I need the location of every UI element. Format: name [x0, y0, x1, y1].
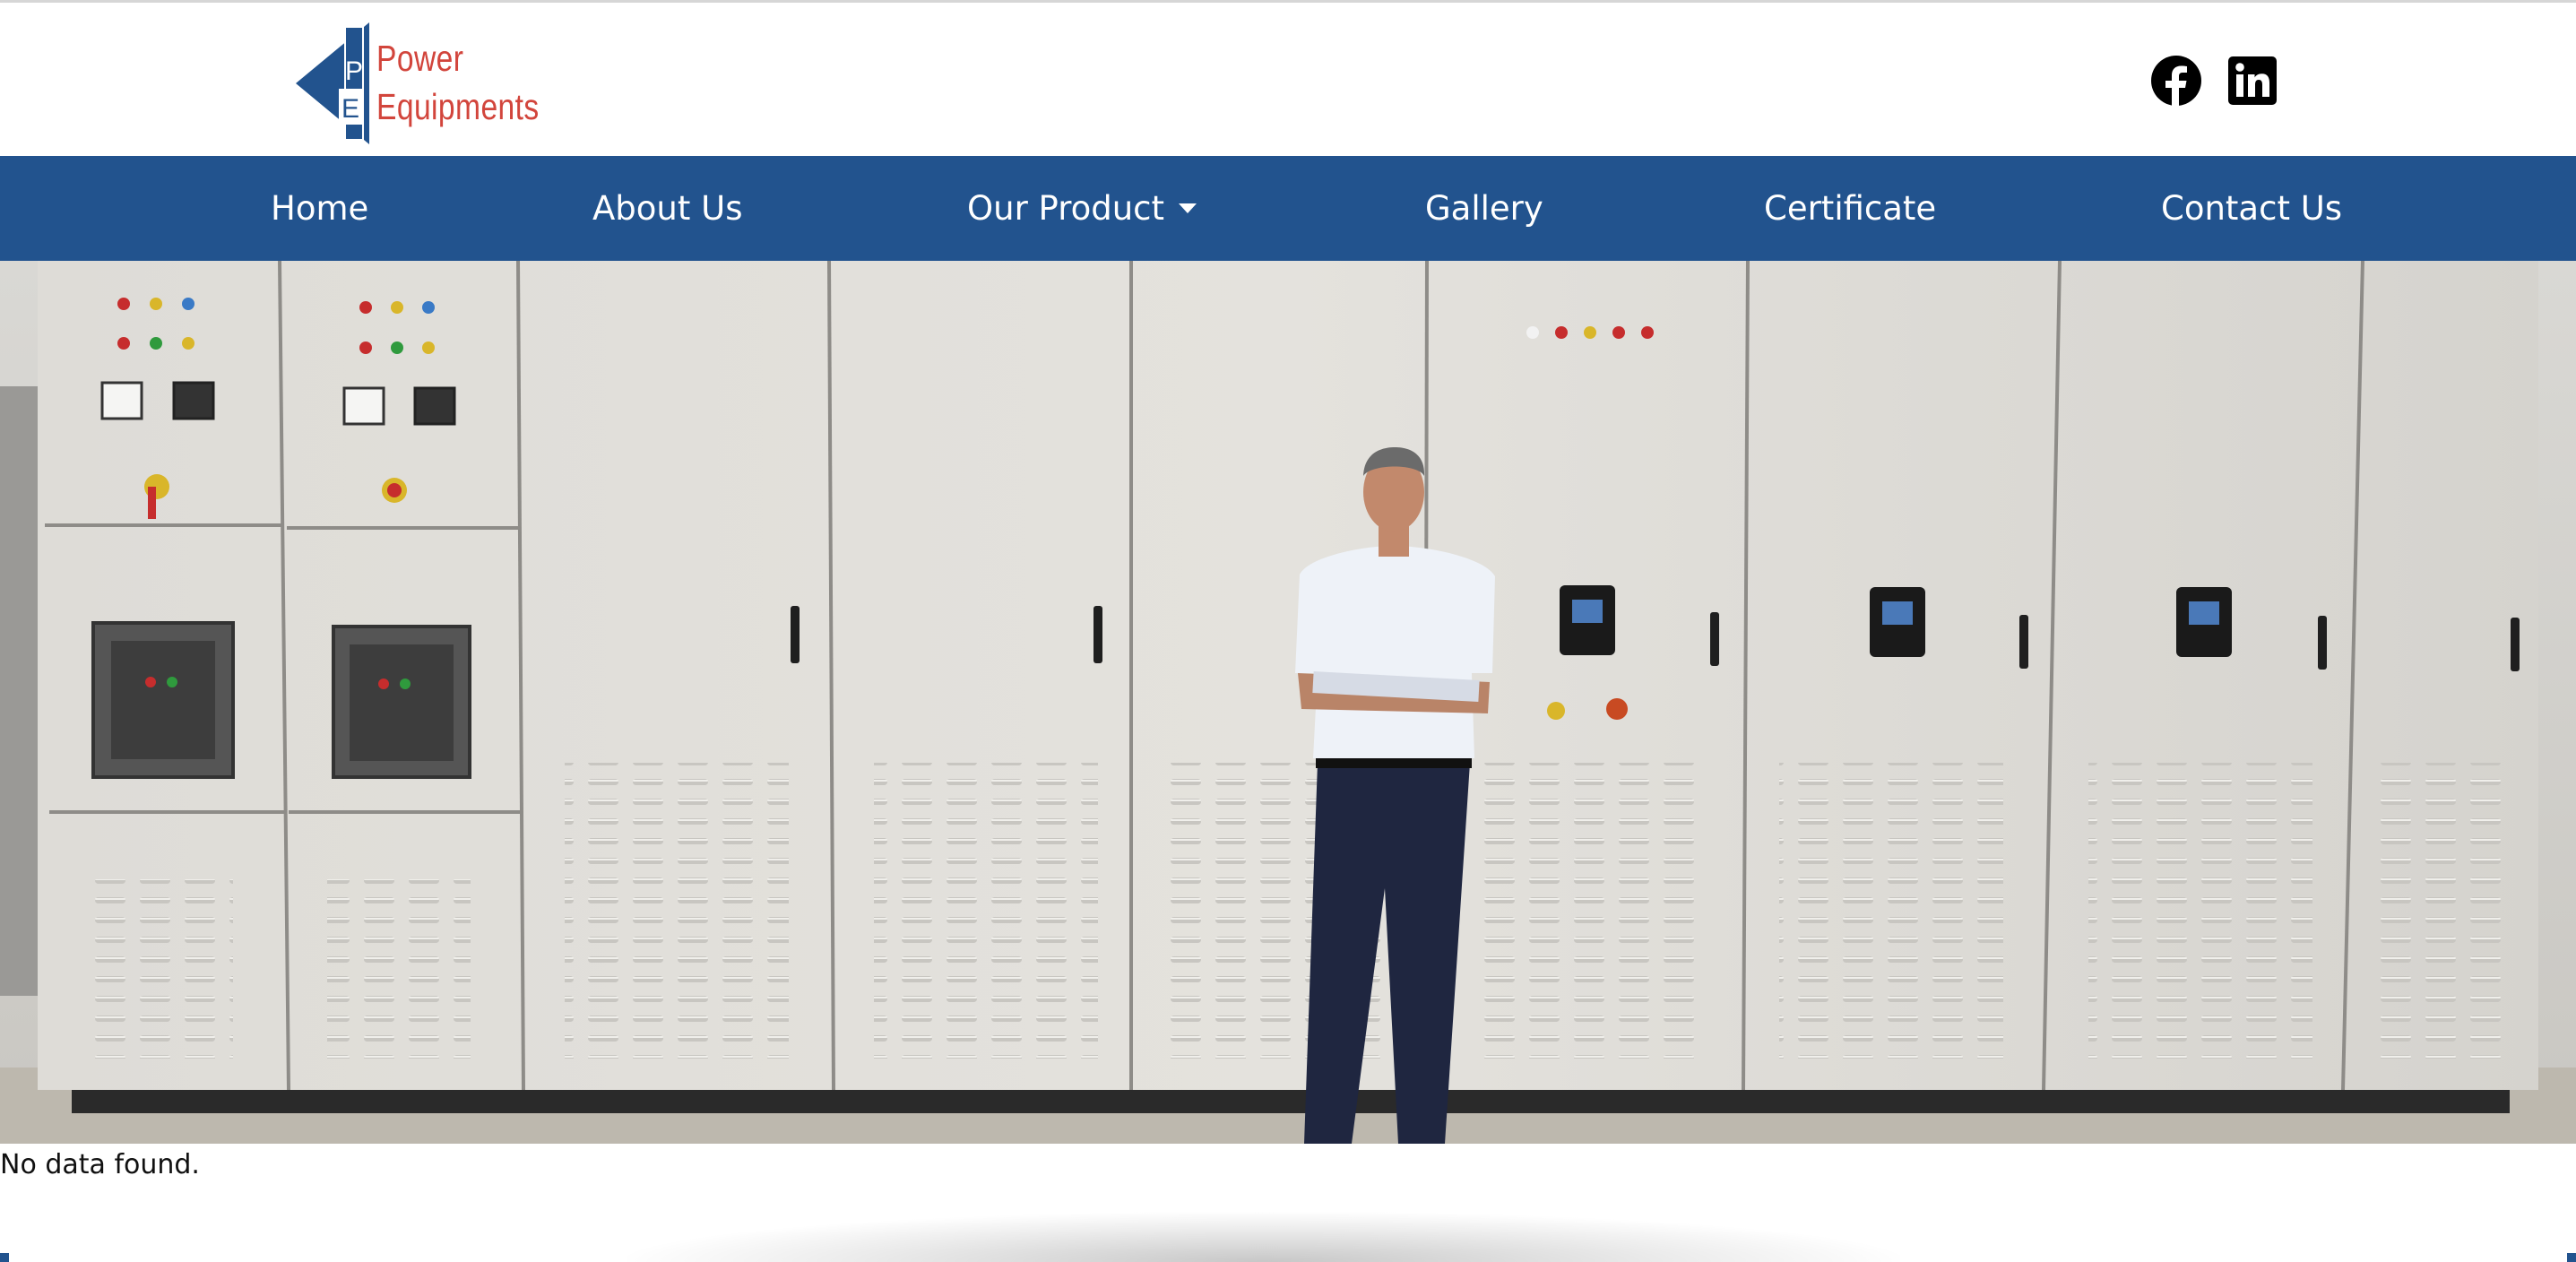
empty-state-message: No data found. — [0, 1149, 200, 1180]
nav-home[interactable]: Home — [271, 156, 368, 261]
hero-photo-illustration — [0, 261, 2576, 1144]
facebook-icon — [2151, 56, 2201, 107]
nav-contact-us[interactable]: Contact Us — [2161, 156, 2342, 261]
nav-certificate[interactable]: Certificate — [1764, 156, 1936, 261]
svg-text:E: E — [341, 94, 359, 124]
logo-text-power: Power — [376, 38, 464, 79]
nav-our-product-label: Our Product — [967, 189, 1165, 228]
logo-text-equipments: Equipments — [376, 86, 540, 127]
main-navigation: Home About Us Our Product Gallery Certif… — [0, 156, 2576, 261]
svg-text:P: P — [345, 56, 363, 86]
hero-image — [0, 261, 2576, 1144]
content-card-shadow — [627, 1212, 1900, 1262]
facebook-link[interactable] — [2150, 55, 2202, 107]
nav-about-us[interactable]: About Us — [592, 156, 743, 261]
nav-gallery[interactable]: Gallery — [1425, 156, 1543, 261]
linkedin-link[interactable] — [2226, 55, 2278, 107]
linkedin-icon — [2228, 56, 2277, 105]
corner-accent-left — [0, 1253, 9, 1262]
logo-monogram-icon: P E — [296, 22, 369, 144]
site-header: P E Power Equipments — [0, 3, 2576, 156]
nav-our-product[interactable]: Our Product — [967, 156, 1197, 261]
dropdown-caret-icon — [1179, 203, 1197, 213]
corner-accent-right — [2567, 1253, 2576, 1262]
company-logo[interactable]: P E Power Equipments — [294, 21, 554, 146]
